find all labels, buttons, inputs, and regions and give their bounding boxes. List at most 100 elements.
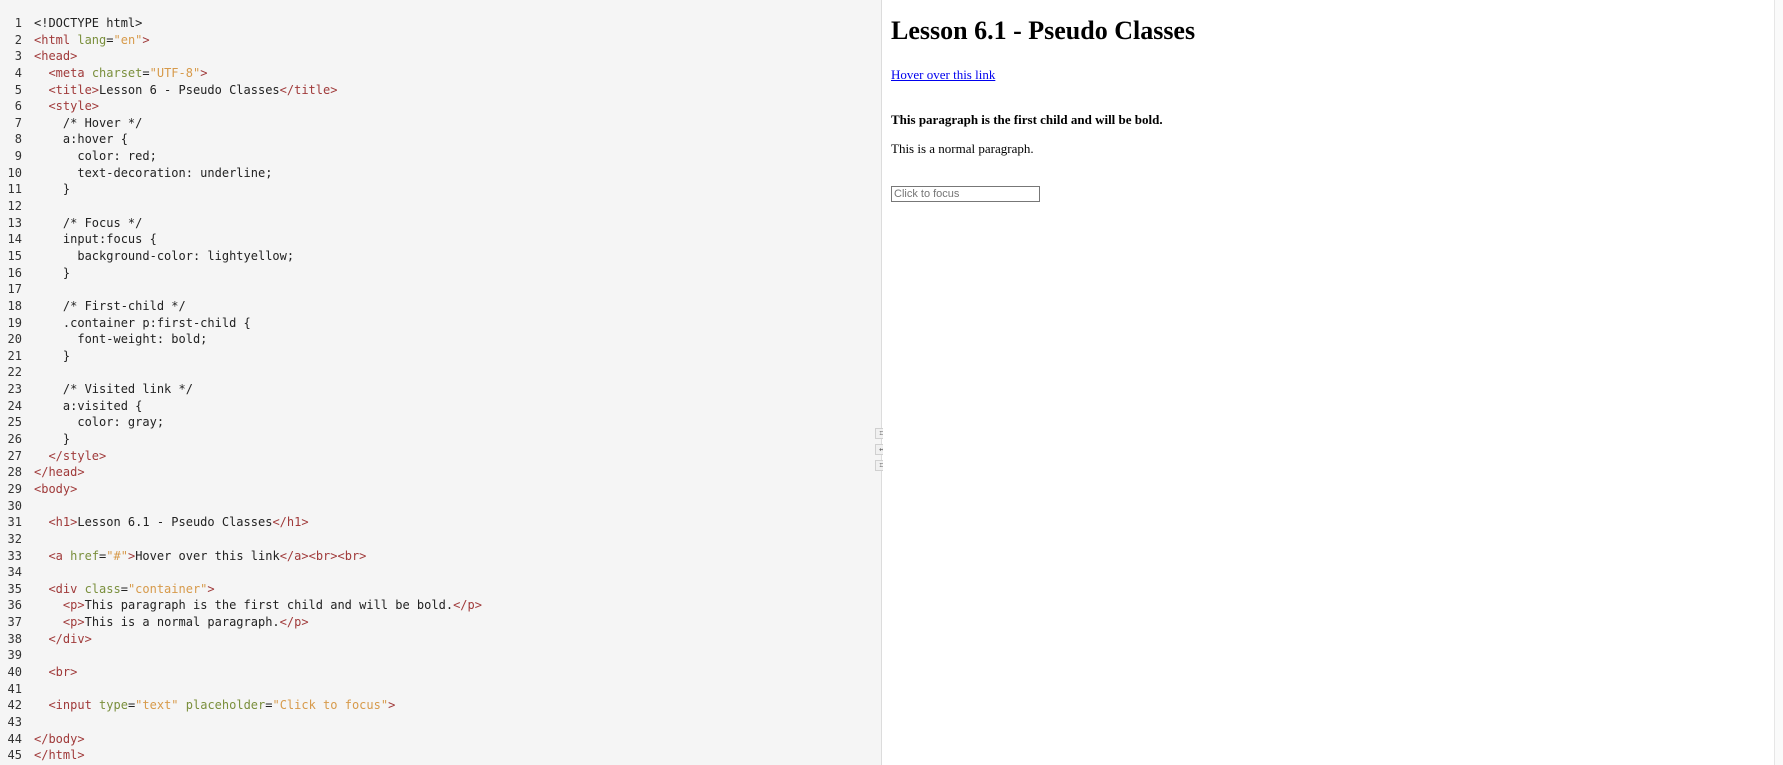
code-line[interactable]: 36 <p>This paragraph is the first child … (0, 597, 881, 614)
code-line[interactable]: 8 a:hover { (0, 131, 881, 148)
line-number: 32 (7, 531, 22, 546)
line-number: 13 (7, 215, 22, 230)
code-line[interactable]: 12 (0, 198, 881, 215)
code-token: </p> (279, 615, 309, 630)
code-token: </div> (48, 631, 92, 646)
code-line[interactable]: 38 </div> (0, 631, 881, 648)
code-token: <p> (62, 598, 85, 613)
code-line[interactable]: 14 input:focus { (0, 231, 881, 248)
line-code: <h1>Lesson 6.1 - Pseudo Classes</h1> (34, 514, 309, 531)
line-code: .container p:first-child { (34, 315, 251, 332)
line-code: <input type="text" placeholder="Click to… (34, 697, 395, 714)
code-line[interactable]: 34 (0, 564, 881, 581)
code-line[interactable]: 32 (0, 531, 881, 548)
code-token: color: red; (34, 149, 157, 164)
code-token: > (207, 581, 215, 596)
line-code: <br> (34, 664, 77, 681)
line-number: 33 (7, 548, 22, 563)
code-token: } (34, 182, 71, 197)
line-code: /* First-child */ (34, 298, 186, 315)
line-code: <style> (34, 98, 99, 115)
code-line[interactable]: 23 /* Visited link */ (0, 381, 881, 398)
code-line[interactable]: 4 <meta charset="UTF-8"> (0, 65, 881, 82)
line-code: } (34, 181, 70, 198)
code-line[interactable]: 1 <!DOCTYPE html> (0, 15, 881, 32)
code-token: <h1> (48, 515, 78, 530)
code-lines[interactable]: 1 <!DOCTYPE html> 2 <html lang="en"> 3 <head>… (0, 15, 881, 764)
code-line[interactable]: 35 <div class="container"> (0, 581, 881, 598)
line-number: 40 (7, 664, 22, 679)
code-token: <div (48, 581, 85, 596)
code-token: charset (91, 65, 143, 80)
code-token: /* Visited link */ (34, 382, 193, 397)
preview-focus-input[interactable] (891, 186, 1040, 202)
code-line[interactable]: 21 } (0, 348, 881, 365)
code-line[interactable]: 11 } (0, 181, 881, 198)
line-number: 2 (14, 32, 22, 47)
line-code: <p>This is a normal paragraph.</p> (34, 614, 309, 631)
code-line[interactable]: 15 background-color: lightyellow; (0, 248, 881, 265)
line-code: <head> (34, 48, 77, 65)
code-token: <br> (48, 664, 78, 679)
preview-hover-link[interactable]: Hover over this link (891, 67, 995, 83)
code-line[interactable]: 41 (0, 681, 881, 698)
preview-scrollbar[interactable] (1774, 0, 1783, 765)
line-number: 20 (7, 332, 22, 347)
code-line[interactable]: 25 color: gray; (0, 414, 881, 431)
line-number: 29 (7, 481, 22, 496)
code-line[interactable]: 42 <input type="text" placeholder="Click… (0, 697, 881, 714)
code-line[interactable]: 37 <p>This is a normal paragraph.</p> (0, 614, 881, 631)
code-token: </h1> (272, 515, 309, 530)
code-line[interactable]: 5 <title>Lesson 6 - Pseudo Classes</titl… (0, 82, 881, 99)
code-token: /* Hover */ (34, 115, 143, 130)
code-line[interactable]: 27 </style> (0, 448, 881, 465)
code-line[interactable]: 13 /* Focus */ (0, 215, 881, 232)
code-token: = (120, 581, 128, 596)
code-token: background-color: lightyellow; (34, 248, 295, 263)
code-line[interactable]: 7 /* Hover */ (0, 115, 881, 132)
line-code: /* Visited link */ (34, 381, 193, 398)
line-code: background-color: lightyellow; (34, 248, 294, 265)
code-line[interactable]: 2 <html lang="en"> (0, 32, 881, 49)
code-line[interactable]: 45 </html> (0, 747, 881, 764)
code-line[interactable]: 43 (0, 714, 881, 731)
code-line[interactable]: 20 font-weight: bold; (0, 331, 881, 348)
code-line[interactable]: 28 </head> (0, 464, 881, 481)
code-line[interactable]: 6 <style> (0, 98, 881, 115)
preview-first-paragraph: This paragraph is the first child and wi… (891, 112, 1163, 127)
code-token: <style> (48, 99, 100, 114)
code-line[interactable]: 10 text-decoration: underline; (0, 165, 881, 182)
code-token: > (200, 65, 208, 80)
code-line[interactable]: 16 } (0, 265, 881, 282)
code-line[interactable]: 44 </body> (0, 731, 881, 748)
code-line[interactable]: 29 <body> (0, 481, 881, 498)
code-line[interactable]: 24 a:visited { (0, 398, 881, 415)
code-token: "Click to focus" (272, 698, 389, 713)
code-token: Hover over this link (135, 548, 280, 563)
code-line[interactable]: 40 <br> (0, 664, 881, 681)
code-token: font-weight: bold; (34, 332, 208, 347)
line-number: 17 (7, 282, 22, 297)
code-token: <a (48, 548, 71, 563)
code-line[interactable]: 9 color: red; (0, 148, 881, 165)
code-line[interactable]: 26 } (0, 431, 881, 448)
code-editor[interactable]: 1 <!DOCTYPE html> 2 <html lang="en"> 3 <head>… (0, 0, 882, 765)
line-number: 14 (7, 232, 22, 247)
code-line[interactable]: 17 (0, 281, 881, 298)
line-code: </html> (34, 747, 85, 764)
line-number: 38 (7, 631, 22, 646)
code-token: "#" (106, 548, 128, 563)
code-line[interactable]: 18 /* First-child */ (0, 298, 881, 315)
code-line[interactable]: 30 (0, 498, 881, 515)
code-line[interactable]: 31 <h1>Lesson 6.1 - Pseudo Classes</h1> (0, 514, 881, 531)
code-line[interactable]: 39 (0, 647, 881, 664)
code-line[interactable]: 33 <a href="#">Hover over this link</a><… (0, 548, 881, 565)
line-number: 41 (7, 681, 22, 696)
code-line[interactable]: 19 .container p:first-child { (0, 315, 881, 332)
code-line[interactable]: 22 (0, 364, 881, 381)
line-number: 26 (7, 432, 22, 447)
code-line[interactable]: 3 <head> (0, 48, 881, 65)
line-code: </head> (34, 464, 85, 481)
